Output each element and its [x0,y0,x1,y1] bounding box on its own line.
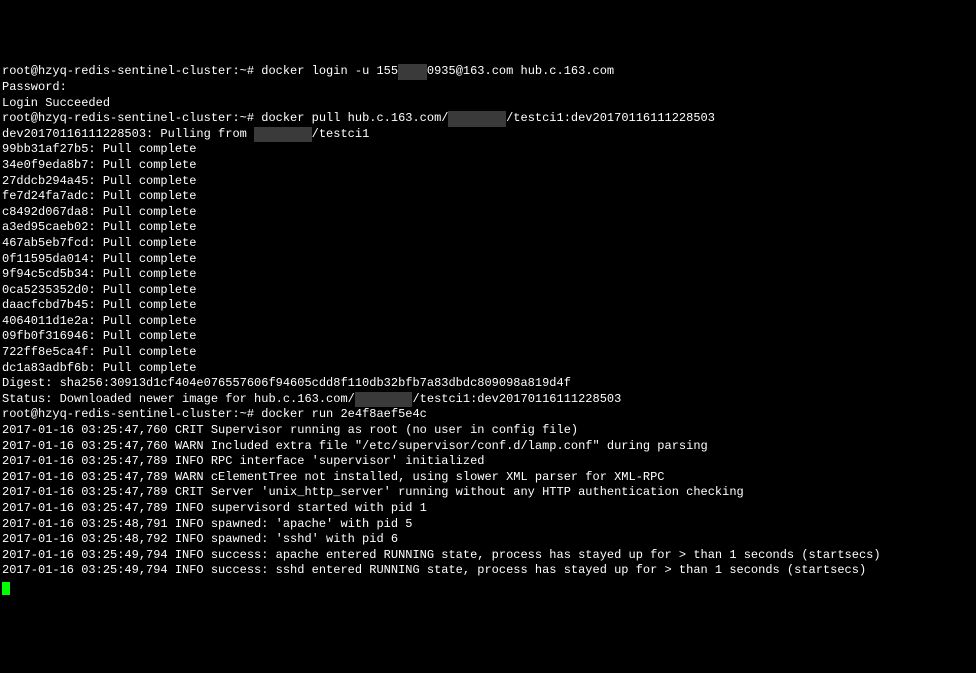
terminal-cursor [2,582,10,595]
output-text: 27ddcb294a45: Pull complete [2,174,196,188]
output-text: 34e0f9eda8b7: Pull complete [2,158,196,172]
terminal-line: daacfcbd7b45: Pull complete [2,298,974,314]
terminal-line: 2017-01-16 03:25:47,789 INFO supervisord… [2,501,974,517]
terminal-line: 467ab5eb7fcd: Pull complete [2,236,974,252]
output-text: c8492d067da8: Pull complete [2,205,196,219]
output-text: 0f11595da014: Pull complete [2,252,196,266]
terminal-line: 9f94c5cd5b34: Pull complete [2,267,974,283]
command-text: docker pull hub.c.163.com/ [261,111,448,125]
output-text: Digest: sha256:30913d1cf404e076557606f94… [2,376,571,390]
terminal-line: 27ddcb294a45: Pull complete [2,174,974,190]
output-text: 2017-01-16 03:25:47,789 INFO RPC interfa… [2,454,484,468]
command-text: 0935@163.com hub.c.163.com [427,64,614,78]
terminal-line: 2017-01-16 03:25:49,794 INFO success: ap… [2,548,974,564]
command-text: /testci1:dev20170116111228503 [506,111,715,125]
output-text: a3ed95caeb02: Pull complete [2,220,196,234]
terminal-line: fe7d24fa7adc: Pull complete [2,189,974,205]
terminal-window[interactable]: root@hzyq-redis-sentinel-cluster:~# dock… [2,64,974,594]
output-text: 9f94c5cd5b34: Pull complete [2,267,196,281]
output-text: daacfcbd7b45: Pull complete [2,298,196,312]
output-text: 99bb31af27b5: Pull complete [2,142,196,156]
terminal-line: 2017-01-16 03:25:49,794 INFO success: ss… [2,563,974,579]
command-text: docker login -u 155 [261,64,398,78]
output-text: 2017-01-16 03:25:49,794 INFO success: ss… [2,563,866,577]
output-text: 2017-01-16 03:25:47,789 CRIT Server 'uni… [2,485,744,499]
terminal-line: 2017-01-16 03:25:47,789 CRIT Server 'uni… [2,485,974,501]
terminal-line: 34e0f9eda8b7: Pull complete [2,158,974,174]
output-text: 0ca5235352d0: Pull complete [2,283,196,297]
redacted-text [254,127,312,143]
output-text: 2017-01-16 03:25:48,792 INFO spawned: 's… [2,532,398,546]
terminal-line: 99bb31af27b5: Pull complete [2,142,974,158]
output-text: Password: [2,80,67,94]
shell-prompt: root@hzyq-redis-sentinel-cluster:~# [2,407,261,421]
terminal-line: root@hzyq-redis-sentinel-cluster:~# dock… [2,111,974,127]
output-text: 2017-01-16 03:25:47,760 CRIT Supervisor … [2,423,578,437]
terminal-line: root@hzyq-redis-sentinel-cluster:~# dock… [2,64,974,80]
redacted-text [398,64,427,80]
terminal-line: 0ca5235352d0: Pull complete [2,283,974,299]
output-text: 467ab5eb7fcd: Pull complete [2,236,196,250]
redacted-text [448,111,506,127]
terminal-line: 2017-01-16 03:25:47,789 INFO RPC interfa… [2,454,974,470]
output-text: 2017-01-16 03:25:47,789 INFO supervisord… [2,501,427,515]
terminal-line: c8492d067da8: Pull complete [2,205,974,221]
terminal-line: 2017-01-16 03:25:47,789 WARN cElementTre… [2,470,974,486]
output-text: 4064011d1e2a: Pull complete [2,314,196,328]
cursor-line[interactable] [2,579,974,595]
shell-prompt: root@hzyq-redis-sentinel-cluster:~# [2,64,261,78]
output-text: /testci1 [312,127,370,141]
terminal-line: 2017-01-16 03:25:47,760 CRIT Supervisor … [2,423,974,439]
shell-prompt: root@hzyq-redis-sentinel-cluster:~# [2,111,261,125]
terminal-line: Login Succeeded [2,96,974,112]
terminal-line: 722ff8e5ca4f: Pull complete [2,345,974,361]
terminal-line: root@hzyq-redis-sentinel-cluster:~# dock… [2,407,974,423]
output-text: 2017-01-16 03:25:47,760 WARN Included ex… [2,439,708,453]
terminal-line: 2017-01-16 03:25:47,760 WARN Included ex… [2,439,974,455]
output-text: fe7d24fa7adc: Pull complete [2,189,196,203]
output-text: 2017-01-16 03:25:47,789 WARN cElementTre… [2,470,665,484]
output-text: dev20170116111228503: Pulling from [2,127,254,141]
terminal-line: 09fb0f316946: Pull complete [2,329,974,345]
output-text: dc1a83adbf6b: Pull complete [2,361,196,375]
command-text: docker run 2e4f8aef5e4c [261,407,427,421]
terminal-line: 0f11595da014: Pull complete [2,252,974,268]
terminal-line: Status: Downloaded newer image for hub.c… [2,392,974,408]
terminal-line: a3ed95caeb02: Pull complete [2,220,974,236]
output-text: Status: Downloaded newer image for hub.c… [2,392,355,406]
output-text: Login Succeeded [2,96,110,110]
redacted-text [355,392,413,408]
terminal-line: 4064011d1e2a: Pull complete [2,314,974,330]
output-text: 722ff8e5ca4f: Pull complete [2,345,196,359]
terminal-line: Password: [2,80,974,96]
terminal-line: 2017-01-16 03:25:48,792 INFO spawned: 's… [2,532,974,548]
output-text: 09fb0f316946: Pull complete [2,329,196,343]
terminal-line: Digest: sha256:30913d1cf404e076557606f94… [2,376,974,392]
output-text: 2017-01-16 03:25:49,794 INFO success: ap… [2,548,881,562]
terminal-line: dev20170116111228503: Pulling from /test… [2,127,974,143]
output-text: /testci1:dev20170116111228503 [412,392,621,406]
terminal-line: dc1a83adbf6b: Pull complete [2,361,974,377]
